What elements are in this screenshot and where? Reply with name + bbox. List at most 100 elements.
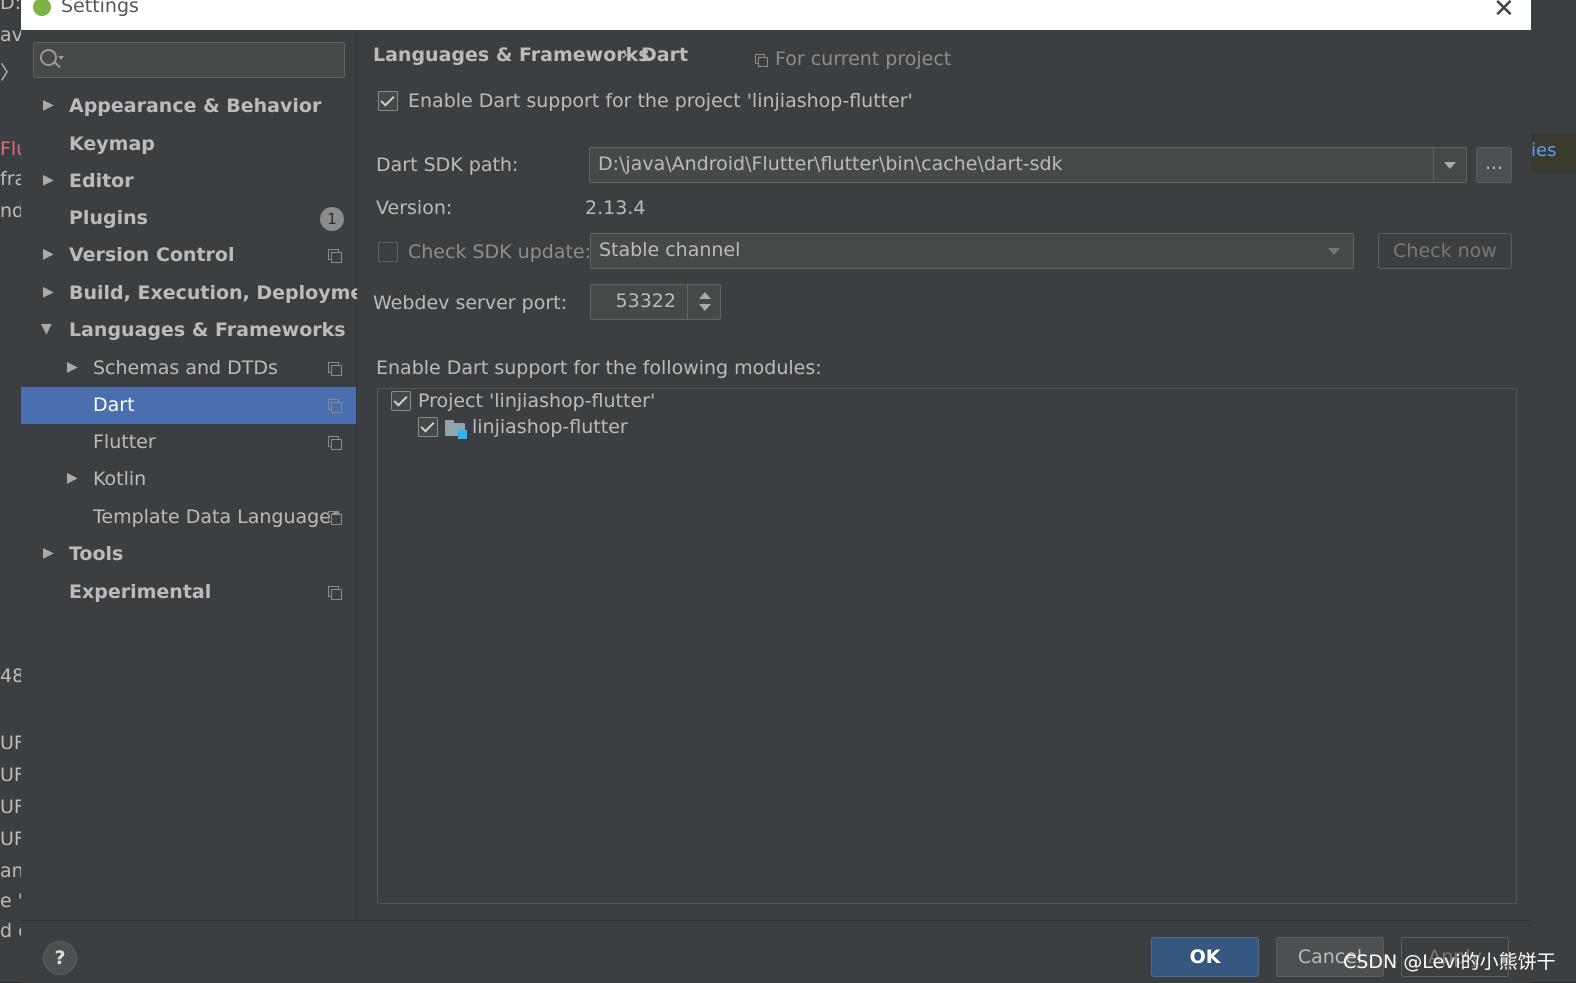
breadcrumb-parent[interactable]: Languages & Frameworks: [373, 44, 650, 66]
sidebar-item-appearance-behavior[interactable]: ▶ Appearance & Behavior: [21, 88, 356, 125]
bg-fragment: avig: [0, 24, 21, 46]
bg-fragment: 480: [0, 665, 21, 687]
project-scope-icon: [328, 249, 342, 263]
module-checkbox[interactable]: [418, 417, 438, 437]
sdk-path-value[interactable]: D:\java\Android\Flutter\flutter\bin\cach…: [598, 153, 1063, 175]
bg-fragment: UF: [0, 796, 21, 818]
module-folder-icon: [445, 420, 467, 439]
background-ide-left: D:\ avig 〉 Flut frar nd 480 UF UF UF UF …: [0, 0, 21, 982]
webdev-port-label: Webdev server port:: [373, 292, 567, 314]
spinner-separator: [687, 285, 688, 319]
project-scope-icon: [328, 399, 342, 413]
sidebar-item-editor[interactable]: ▶ Editor: [21, 163, 356, 200]
sidebar-item-label: Tools: [69, 543, 124, 565]
browse-sdk-button[interactable]: ...: [1476, 147, 1512, 183]
expand-arrow-icon[interactable]: ▶: [43, 545, 54, 561]
sidebar-item-label: Experimental: [69, 581, 212, 603]
sidebar-item-flutter[interactable]: Flutter: [21, 424, 356, 461]
bg-fragment: UF: [0, 828, 21, 850]
sidebar-item-version-control[interactable]: ▶ Version Control: [21, 237, 356, 274]
sidebar-item-label: Plugins: [69, 207, 148, 229]
sidebar-item-kotlin[interactable]: ▶ Kotlin: [21, 461, 356, 498]
sidebar-item-template-data-languages[interactable]: Template Data Languages: [21, 499, 356, 536]
sidebar-item-experimental[interactable]: Experimental: [21, 574, 356, 611]
close-icon[interactable]: ✕: [1493, 0, 1515, 24]
module-label[interactable]: linjiashop-flutter: [472, 416, 628, 438]
settings-dialog: Settings ✕ ▶ Appearance & Behavior Keyma…: [21, 0, 1556, 983]
bg-fragment: e 'G: [0, 890, 21, 912]
sidebar-item-label: Languages & Frameworks: [69, 319, 346, 341]
webdev-port-value[interactable]: 53322: [616, 290, 676, 312]
bg-fragment: nd: [0, 200, 21, 222]
plugins-update-badge: 1: [320, 207, 344, 231]
check-sdk-update-label[interactable]: Check SDK update:: [408, 241, 591, 263]
check-sdk-update-checkbox[interactable]: [378, 242, 398, 262]
sidebar-item-label: Keymap: [69, 133, 155, 155]
sidebar-item-label: Dart: [93, 394, 135, 416]
ok-button[interactable]: OK: [1151, 937, 1259, 977]
help-button[interactable]: ?: [43, 941, 77, 975]
search-icon: [40, 49, 57, 66]
sdk-path-label: Dart SDK path:: [376, 154, 519, 176]
modules-tree: Project 'linjiashop-flutter' linjiashop-…: [377, 388, 1517, 904]
combo-separator: [1433, 148, 1434, 182]
sidebar-item-schemas-dtds[interactable]: ▶ Schemas and DTDs: [21, 350, 356, 387]
bg-fragment: an c: [0, 860, 21, 882]
modules-label: Enable Dart support for the following mo…: [376, 357, 822, 379]
search-input[interactable]: [33, 42, 345, 78]
sidebar-item-label: Version Control: [69, 244, 235, 266]
bg-fragment: Flut: [0, 138, 21, 160]
sidebar-item-label: Appearance & Behavior: [69, 95, 322, 117]
sidebar-item-label: Kotlin: [93, 468, 147, 490]
title-bar: Settings ✕: [21, 0, 1531, 30]
enable-dart-checkbox[interactable]: [378, 91, 398, 111]
bg-fragment: D:\: [0, 0, 21, 14]
project-scope-icon: [328, 362, 342, 376]
sidebar-item-tools[interactable]: ▶ Tools: [21, 536, 356, 573]
collapse-arrow-icon[interactable]: ▼: [41, 321, 52, 337]
spinner-down-icon[interactable]: [699, 304, 711, 311]
breadcrumb-separator: ›: [621, 44, 629, 65]
bg-fragment: UF: [0, 764, 21, 786]
sidebar-item-dart[interactable]: Dart: [21, 387, 356, 424]
sidebar-item-label: Schemas and DTDs: [93, 357, 278, 379]
update-channel-select[interactable]: Stable channel: [590, 233, 1354, 269]
background-ide-right: ies: [1531, 0, 1576, 982]
project-scope-icon: [755, 54, 768, 67]
enable-dart-label[interactable]: Enable Dart support for the project 'lin…: [408, 90, 913, 112]
update-channel-value[interactable]: Stable channel: [599, 239, 740, 261]
chevron-down-icon[interactable]: [1444, 162, 1456, 169]
expand-arrow-icon[interactable]: ▶: [43, 97, 54, 113]
settings-content: Languages & Frameworks › Dart For curren…: [357, 30, 1531, 920]
expand-arrow-icon[interactable]: ▶: [43, 246, 54, 262]
expand-arrow-icon[interactable]: ▶: [67, 359, 78, 375]
bg-fragment: d c: [0, 920, 21, 942]
spinner-up-icon[interactable]: [699, 292, 711, 299]
sidebar-item-label: Flutter: [93, 431, 156, 453]
bg-fragment: 〉: [0, 62, 20, 84]
window-title: Settings: [61, 0, 139, 17]
search-history-dropdown-icon[interactable]: [58, 56, 64, 60]
chevron-down-icon[interactable]: [1328, 248, 1340, 255]
sidebar-item-label: Template Data Languages: [93, 506, 341, 528]
bg-fragment: ies: [1531, 140, 1557, 161]
sdk-path-combobox[interactable]: D:\java\Android\Flutter\flutter\bin\cach…: [589, 147, 1467, 183]
expand-arrow-icon[interactable]: ▶: [43, 284, 54, 300]
bg-fragment: frar: [0, 168, 21, 190]
breadcrumb-current: Dart: [641, 44, 689, 66]
expand-arrow-icon[interactable]: ▶: [43, 172, 54, 188]
sidebar-item-languages-frameworks[interactable]: ▼ Languages & Frameworks: [21, 312, 356, 349]
check-now-button[interactable]: Check now: [1378, 233, 1512, 269]
expand-arrow-icon[interactable]: ▶: [67, 470, 78, 486]
project-module-checkbox[interactable]: [391, 391, 411, 411]
project-scope-icon: [328, 586, 342, 600]
sidebar-item-plugins[interactable]: Plugins 1: [21, 200, 356, 237]
settings-sidebar: ▶ Appearance & Behavior Keymap ▶ Editor …: [21, 30, 386, 920]
project-scope-icon: [328, 436, 342, 450]
dialog-footer: ? OK Cancel Apply CSDN @Levi的小熊饼干: [21, 920, 1556, 983]
sidebar-item-build-execution-deployment[interactable]: ▶ Build, Execution, Deployment: [21, 275, 386, 312]
project-module-label[interactable]: Project 'linjiashop-flutter': [418, 390, 655, 412]
sidebar-item-keymap[interactable]: Keymap: [21, 126, 356, 163]
webdev-port-spinner[interactable]: 53322: [590, 284, 721, 320]
sidebar-item-label: Build, Execution, Deployment: [69, 282, 386, 304]
